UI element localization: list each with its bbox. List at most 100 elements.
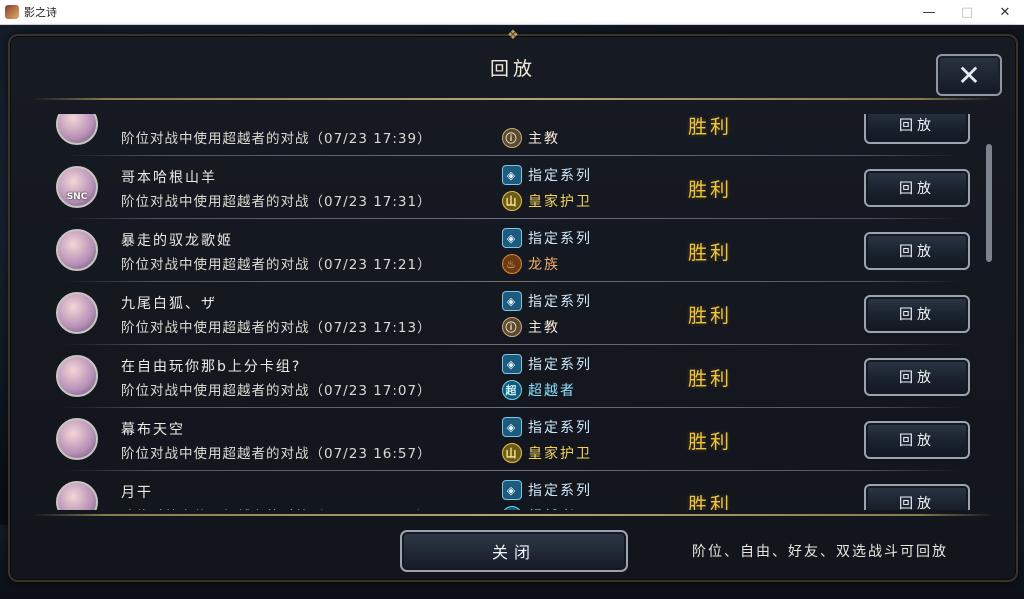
- match-result: 胜利: [688, 494, 733, 510]
- window-controls: — □ ✕: [910, 0, 1024, 24]
- dialog-title: 回放: [489, 58, 536, 80]
- dragon-icon: ♨: [502, 254, 522, 274]
- replay-row: 在自由玩你那b上分卡组? 阶位对战中使用超越者的对战（07/23 17:07） ◈ 指…: [42, 346, 982, 408]
- replay-row: 九尾白狐、ザ阶位对战中使用超越者的对战（07/23 17:13） ◈ 指定系列 ⓘ 主教…: [42, 283, 982, 345]
- match-description: 阶位对战中使用超越者的对战（07/23 17:13）: [121, 320, 432, 336]
- app-icon: [5, 5, 19, 19]
- match-description: 阶位对战中使用超越者的对战（07/23 16:45）: [121, 505, 432, 510]
- opponent-name: 在自由玩你那b上分卡组?: [121, 359, 302, 375]
- match-description: 阶位对战中使用超越者的对战（07/23 17:21）: [121, 257, 432, 273]
- row-divider: [64, 407, 960, 408]
- bishop-icon: ⓘ: [502, 128, 522, 148]
- deck-class-label: 主教: [528, 320, 560, 336]
- deck-class-label: 皇家护卫: [528, 446, 592, 462]
- deck-class-label: 皇家护卫: [528, 194, 592, 210]
- deck-format: ◈ 指定系列: [502, 291, 592, 311]
- match-result: 胜利: [688, 116, 733, 138]
- bishop-icon: ⓘ: [502, 317, 522, 337]
- deck-class-label: 超越者: [528, 506, 576, 510]
- dialog-close-icon-button[interactable]: ✕: [936, 54, 1002, 96]
- deck-format: ◈ 指定系列: [502, 165, 592, 185]
- opponent-name: 哥本哈根山羊: [121, 170, 217, 186]
- deck-format-label: 指定系列: [528, 231, 592, 247]
- player-avatar: [56, 229, 98, 271]
- window-titlebar: 影之诗 — □ ✕: [0, 0, 1024, 25]
- format-icon: ◈: [502, 480, 522, 500]
- opponent-name: 月干: [121, 485, 153, 501]
- deck-format-label: 指定系列: [528, 357, 592, 373]
- format-icon: ◈: [502, 417, 522, 437]
- minimize-button[interactable]: —: [910, 0, 948, 24]
- match-description: 阶位对战中使用超越者的对战（07/23 17:31）: [121, 194, 432, 210]
- deck-class: 超 超越者: [502, 506, 576, 510]
- deck-format: ◈ 指定系列: [502, 228, 592, 248]
- format-icon: ◈: [502, 354, 522, 374]
- deck-class: ⓘ 主教: [502, 128, 560, 148]
- close-button[interactable]: 关闭: [400, 530, 628, 572]
- maximize-button[interactable]: □: [948, 0, 986, 24]
- deck-class: 山皇家护卫: [502, 443, 592, 463]
- match-description: 阶位对战中使用超越者的对战（07/23 16:57）: [121, 446, 432, 462]
- deck-class-label: 超越者: [528, 383, 576, 399]
- match-result: 胜利: [688, 179, 733, 201]
- match-description: 阶位对战中使用超越者的对战（07/23 17:07）: [121, 383, 432, 399]
- avatar-tag: SNC: [66, 192, 88, 202]
- window-title: 影之诗: [24, 6, 57, 19]
- opponent-name: 暴走的驭龙歌姬: [121, 233, 233, 249]
- deck-class-label: 龙族: [528, 257, 560, 273]
- transcendent-icon: 超: [502, 506, 522, 510]
- replay-dialog: ❖ 回放 ✕ 阶位对战中使用超越者的对战（07/23 17:39） ⓘ 主教 胜利 回放…: [8, 28, 1018, 582]
- replay-button[interactable]: 回放: [864, 295, 970, 333]
- player-avatar: [56, 355, 98, 397]
- deck-format-label: 指定系列: [528, 483, 592, 499]
- row-divider: [64, 344, 960, 345]
- player-avatar: SNC: [56, 166, 98, 208]
- match-result: 胜利: [688, 305, 733, 327]
- deck-class: 超超越者: [502, 380, 576, 400]
- replay-button[interactable]: 回放: [864, 169, 970, 207]
- replay-row: 幕布天空 阶位对战中使用超越者的对战（07/23 16:57） ◈ 指定系列山皇家护卫…: [42, 409, 982, 471]
- deck-format-label: 指定系列: [528, 168, 592, 184]
- deck-format: ◈ 指定系列: [502, 417, 592, 437]
- ornament-icon: ❖: [507, 27, 519, 43]
- row-divider: [64, 218, 960, 219]
- deck-class: 山皇家护卫: [502, 191, 592, 211]
- opponent-name: 幕布天空: [121, 422, 185, 438]
- row-divider: [64, 470, 960, 471]
- replay-button[interactable]: 回放: [864, 421, 970, 459]
- divider-bottom: [30, 514, 996, 516]
- footer-note: 阶位、自由、好友、双选战斗可回放: [692, 544, 948, 560]
- replay-button[interactable]: 回放: [864, 484, 970, 510]
- player-avatar: [56, 114, 98, 145]
- row-divider: [64, 155, 960, 156]
- deck-format-label: 指定系列: [528, 420, 592, 436]
- match-description: 阶位对战中使用超越者的对战（07/23 17:39）: [121, 131, 432, 147]
- player-avatar: [56, 481, 98, 510]
- transcendent-icon: 超: [502, 380, 522, 400]
- format-icon: ◈: [502, 228, 522, 248]
- replay-row: 阶位对战中使用超越者的对战（07/23 17:39） ⓘ 主教 胜利 回放: [42, 114, 982, 156]
- replay-button[interactable]: 回放: [864, 232, 970, 270]
- divider-top: [30, 98, 996, 100]
- royal-icon: 山: [502, 443, 522, 463]
- match-result: 胜利: [688, 431, 733, 453]
- match-result: 胜利: [688, 368, 733, 390]
- replay-button[interactable]: 回放: [864, 114, 970, 144]
- player-avatar: [56, 418, 98, 460]
- format-icon: ◈: [502, 291, 522, 311]
- format-icon: ◈: [502, 165, 522, 185]
- deck-class-label: 主教: [528, 131, 560, 147]
- replay-row: SNC 哥本哈根山羊阶位对战中使用超越者的对战（07/23 17:31） ◈ 指定系列…: [42, 157, 982, 219]
- opponent-name: 九尾白狐、ザ: [121, 296, 217, 312]
- deck-class: ⓘ 主教: [502, 317, 560, 337]
- replay-button[interactable]: 回放: [864, 358, 970, 396]
- deck-format-label: 指定系列: [528, 294, 592, 310]
- deck-format: ◈ 指定系列: [502, 480, 592, 500]
- window-close-button[interactable]: ✕: [986, 0, 1024, 24]
- row-divider: [64, 281, 960, 282]
- replay-row: 暴走的驭龙歌姬阶位对战中使用超越者的对战（07/23 17:21） ◈ 指定系列 ♨ 龙…: [42, 220, 982, 282]
- deck-class: ♨ 龙族: [502, 254, 560, 274]
- list-scrollbar[interactable]: [986, 144, 992, 262]
- replay-list[interactable]: 阶位对战中使用超越者的对战（07/23 17:39） ⓘ 主教 胜利 回放 SNC 哥本哈根…: [42, 114, 982, 510]
- replay-row: 月干阶位对战中使用超越者的对战（07/23 16:45） ◈ 指定系列超 超越者 胜利 回…: [42, 472, 982, 510]
